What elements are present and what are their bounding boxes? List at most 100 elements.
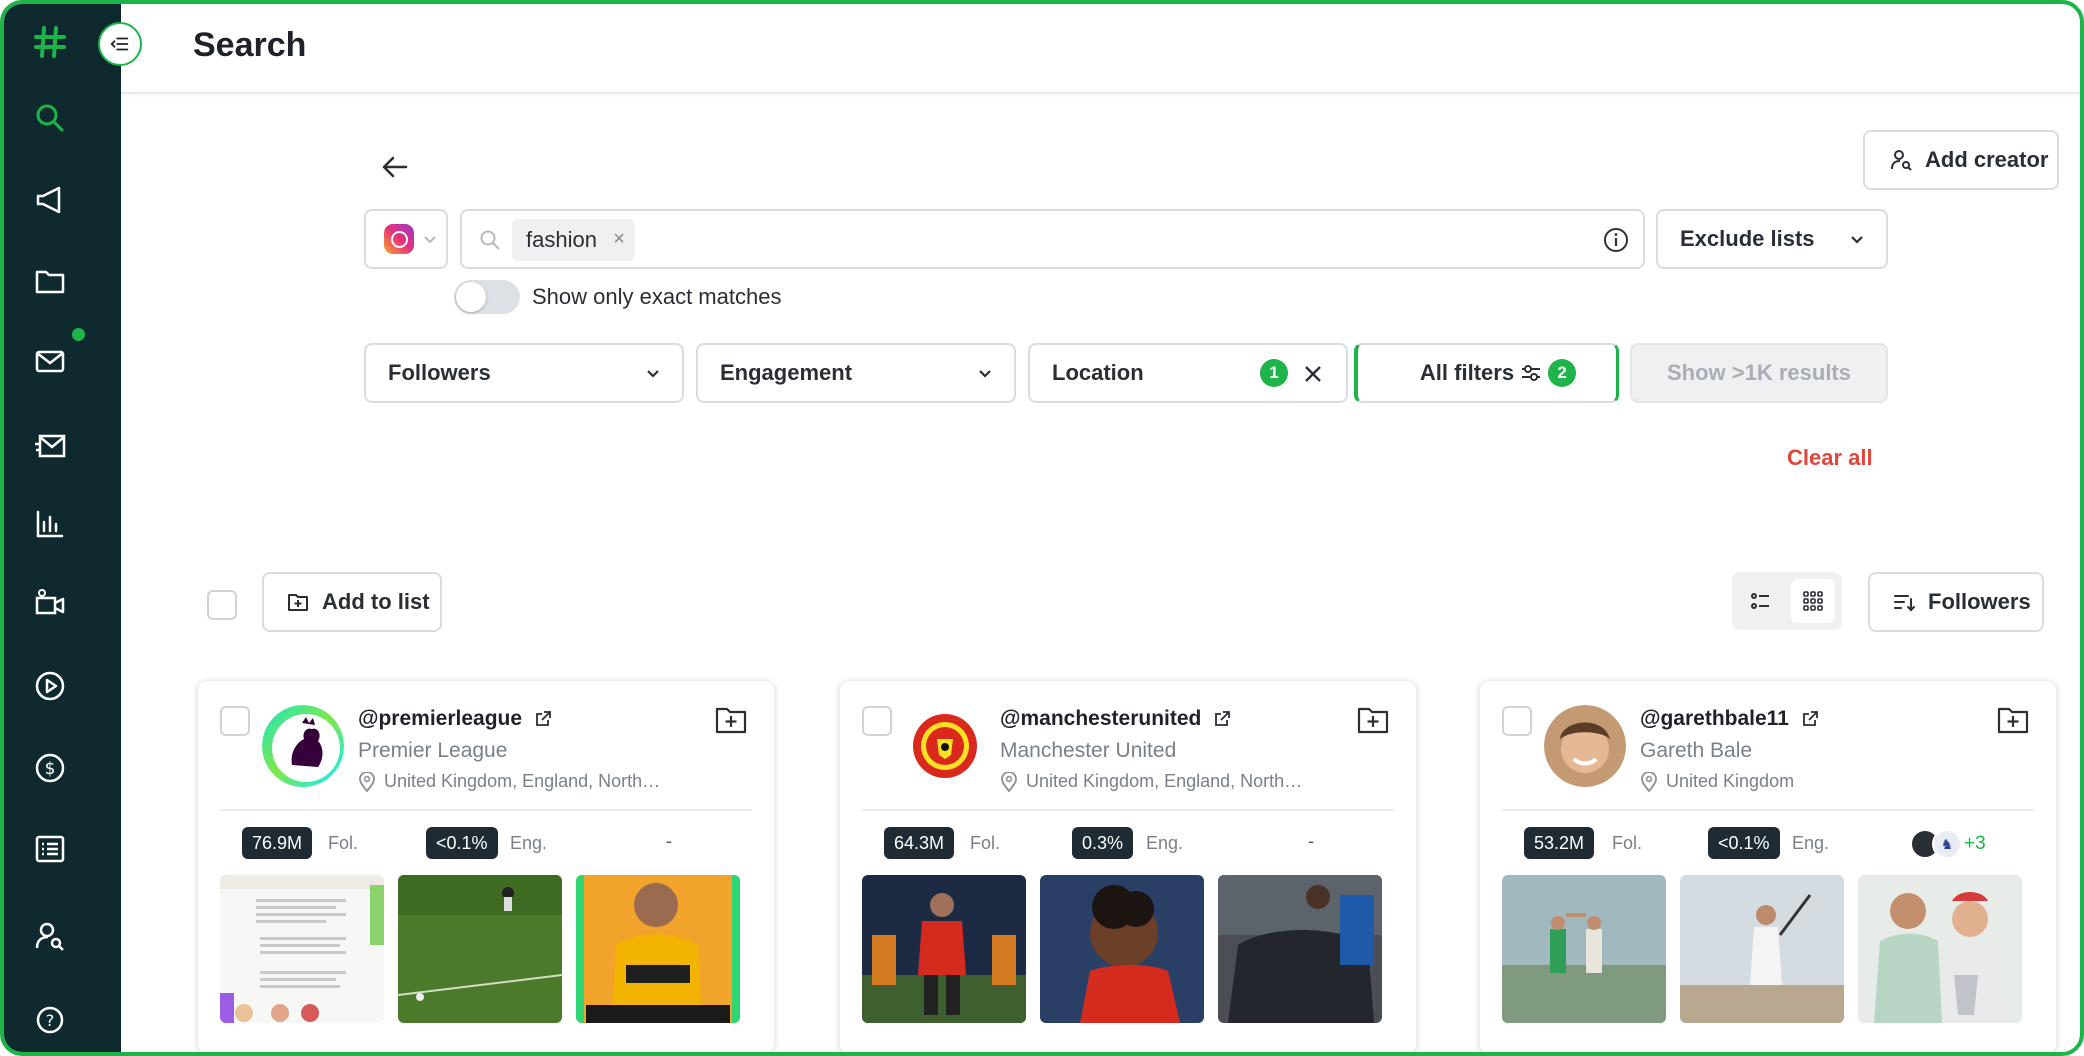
help-icon[interactable]: ? <box>28 998 72 1042</box>
sidebar: $ ? <box>4 4 121 1052</box>
sort-button[interactable]: Followers <box>1868 572 2044 632</box>
location-pin-icon <box>359 771 375 792</box>
more-brands-count[interactable]: +3 <box>1964 833 1986 855</box>
folder-add-icon[interactable] <box>1996 705 2030 735</box>
followers-filter-label: Followers <box>388 360 491 385</box>
back-arrow-icon[interactable] <box>378 150 412 184</box>
search-icon <box>480 230 500 250</box>
exclude-lists-dropdown[interactable]: Exclude lists <box>1656 209 1888 269</box>
card-divider <box>1502 809 2034 811</box>
add-creator-label: Add creator <box>1925 147 2049 172</box>
user-search-icon <box>1891 150 1912 171</box>
close-icon[interactable] <box>1302 363 1324 385</box>
all-filters-count-badge: 2 <box>1548 359 1577 387</box>
dollar-icon[interactable]: $ <box>28 746 72 790</box>
creator-handle[interactable]: @manchesterunited <box>1000 707 1231 731</box>
exclude-lists-label: Exclude lists <box>1680 226 1815 251</box>
creator-card[interactable]: @premierleague Premier League United Kin… <box>197 680 775 1052</box>
extra-stat: - <box>666 831 672 851</box>
post-thumbnail[interactable] <box>1680 875 1844 1023</box>
followers-value: 76.9M <box>242 827 313 859</box>
engagement-value: <0.1% <box>426 827 498 859</box>
notification-dot <box>72 328 85 341</box>
add-creator-button[interactable]: Add creator <box>1863 130 2059 190</box>
creator-name: Gareth Bale <box>1640 739 1753 762</box>
post-thumbnail[interactable] <box>1218 875 1382 1023</box>
play-icon[interactable] <box>28 664 72 708</box>
search-input[interactable]: fashion × <box>460 209 1645 269</box>
user-search-icon[interactable] <box>28 914 72 958</box>
location-pin-icon <box>1641 771 1657 792</box>
folder-icon[interactable] <box>28 259 72 303</box>
folder-add-icon[interactable] <box>1356 705 1390 735</box>
select-all-checkbox[interactable] <box>207 590 237 620</box>
post-thumbnail[interactable] <box>1502 875 1666 1023</box>
menu-collapse-icon <box>110 37 129 51</box>
bar-chart-icon[interactable] <box>28 502 72 546</box>
location-filter[interactable]: Location 1 <box>1028 343 1348 403</box>
followers-value: 64.3M <box>884 827 955 859</box>
view-toggle <box>1732 572 1842 630</box>
post-thumbnail[interactable] <box>398 875 562 1023</box>
engagement-label: Eng. <box>1146 833 1184 853</box>
engagement-value: 0.3% <box>1072 827 1134 859</box>
add-to-list-label: Add to list <box>322 589 430 614</box>
external-link-icon[interactable] <box>534 710 552 728</box>
handle-text: @manchesterunited <box>1000 707 1202 730</box>
avatar <box>262 705 344 787</box>
post-thumbnail[interactable] <box>576 875 740 1023</box>
mail-icon[interactable] <box>28 339 72 383</box>
creator-location: United Kingdom, England, North… <box>358 771 660 792</box>
page-title: Search <box>193 26 307 64</box>
card-checkbox[interactable] <box>1502 706 1532 736</box>
external-link-icon[interactable] <box>1801 710 1819 728</box>
card-divider <box>220 809 752 811</box>
chip-remove-icon[interactable]: × <box>613 228 625 251</box>
card-checkbox[interactable] <box>220 706 250 736</box>
extra-stat: - <box>1308 831 1314 851</box>
handle-text: @garethbale11 <box>1640 707 1789 730</box>
external-link-icon[interactable] <box>1213 710 1231 728</box>
keyword-chip-label: fashion <box>526 227 597 252</box>
all-filters-button[interactable]: All filters 2 <box>1354 343 1619 403</box>
engagement-filter[interactable]: Engagement <box>696 343 1016 403</box>
search-icon[interactable] <box>28 96 72 140</box>
location-text: United Kingdom, England, North… <box>1026 771 1303 791</box>
logo-icon[interactable] <box>28 20 72 64</box>
followers-label: Fol. <box>1612 833 1643 853</box>
post-thumbnail[interactable] <box>1858 875 2022 1023</box>
creator-location: United Kingdom <box>1640 771 1794 792</box>
platform-select[interactable] <box>364 209 448 269</box>
keyword-chip[interactable]: fashion × <box>512 219 635 261</box>
engagement-label: Eng. <box>510 833 548 853</box>
grid-view-button[interactable] <box>1791 579 1835 623</box>
creator-card[interactable]: @garethbale11 Gareth Bale United Kingdom… <box>1479 680 2057 1052</box>
megaphone-icon[interactable] <box>28 178 72 222</box>
creator-handle[interactable]: @garethbale11 <box>1640 707 1819 731</box>
post-thumbnail[interactable] <box>220 875 384 1023</box>
followers-filter[interactable]: Followers <box>364 343 684 403</box>
creator-handle[interactable]: @premierleague <box>358 707 552 731</box>
instagram-icon <box>384 224 414 254</box>
add-to-list-button[interactable]: Add to list <box>262 572 442 632</box>
post-thumbnail[interactable] <box>1040 875 1204 1023</box>
svg-text:$: $ <box>45 759 56 779</box>
list-view-button[interactable] <box>1739 579 1783 623</box>
video-camera-icon[interactable] <box>28 581 72 625</box>
sliders-icon <box>1522 365 1541 381</box>
followers-label: Fol. <box>328 833 359 853</box>
creator-card[interactable]: @manchesterunited Manchester United Unit… <box>839 680 1417 1052</box>
exact-match-toggle[interactable] <box>454 280 520 314</box>
list-icon[interactable] <box>28 827 72 871</box>
folder-add-icon[interactable] <box>714 705 748 735</box>
info-icon[interactable] <box>1603 227 1629 253</box>
clear-all-link[interactable]: Clear all <box>1787 445 1873 471</box>
send-mail-icon[interactable] <box>28 424 72 468</box>
creator-name: Premier League <box>358 739 508 762</box>
card-checkbox[interactable] <box>862 706 892 736</box>
location-count-badge: 1 <box>1260 359 1288 387</box>
show-results-label: Show >1K results <box>1666 360 1851 385</box>
sidebar-toggle-button[interactable] <box>98 22 142 66</box>
all-filters-label: All filters <box>1419 360 1515 385</box>
post-thumbnail[interactable] <box>862 875 1026 1023</box>
